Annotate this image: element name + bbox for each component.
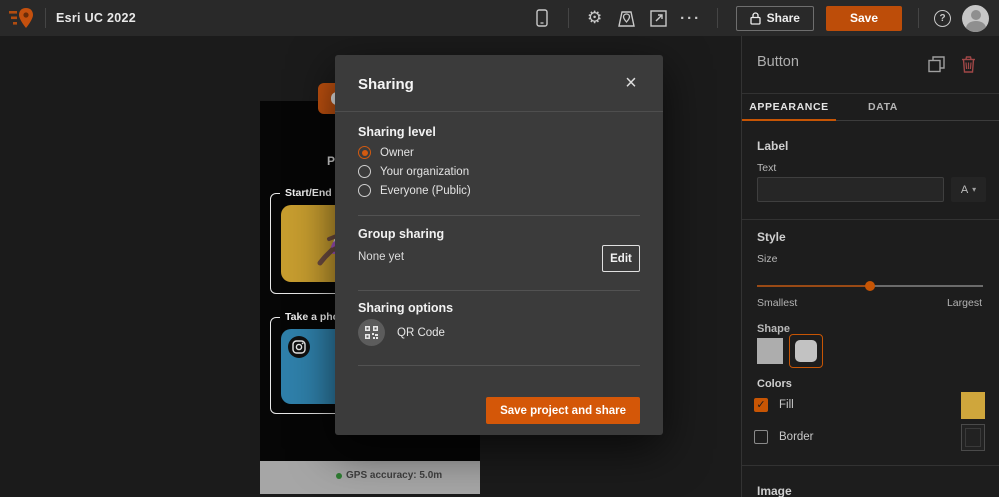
sharing-dialog: Sharing × Sharing level Owner Your organ…: [335, 55, 663, 435]
text-field-label: Text: [757, 162, 777, 174]
fill-checkbox-row[interactable]: ✓ Fill: [754, 397, 794, 413]
edit-groups-button[interactable]: Edit: [602, 245, 640, 272]
group-legend: Start/End: [280, 187, 337, 199]
gps-accuracy-text: GPS accuracy: 5.0m: [346, 470, 443, 481]
canvas-heading-fragment: P: [327, 154, 336, 168]
save-button[interactable]: Save: [825, 5, 902, 31]
radio-label: Your organization: [380, 165, 470, 178]
radio-icon[interactable]: [358, 184, 371, 197]
tab-data[interactable]: DATA: [836, 96, 930, 121]
qr-code-option[interactable]: QR Code: [358, 319, 445, 346]
style-section-heading: Style: [757, 230, 786, 244]
properties-panel: Button APPEARANCE DATA Label Text A ▾ St…: [741, 36, 999, 497]
map-pin-icon[interactable]: [614, 5, 640, 31]
radio-label: Everyone (Public): [380, 184, 471, 197]
fill-color-swatch[interactable]: [961, 392, 985, 419]
duplicate-icon[interactable]: [928, 56, 946, 74]
label-section-heading: Label: [757, 139, 789, 153]
avatar-head: [970, 9, 981, 20]
divider: [742, 465, 999, 466]
divider: [567, 8, 569, 28]
project-title: Esri UC 2022: [56, 11, 137, 25]
share-button[interactable]: Share: [735, 5, 814, 31]
panel-tabs: APPEARANCE DATA: [742, 96, 999, 121]
border-color-swatch[interactable]: [961, 424, 985, 451]
dialog-header: Sharing ×: [335, 55, 663, 112]
radio-selected-icon[interactable]: [358, 146, 371, 159]
fill-checkbox[interactable]: ✓: [754, 398, 768, 412]
radio-icon[interactable]: [358, 165, 371, 178]
divider: [742, 93, 999, 94]
avatar-body: [965, 20, 986, 32]
divider: [358, 365, 640, 366]
divider: [742, 219, 999, 220]
divider: [45, 8, 46, 28]
user-avatar[interactable]: [962, 4, 989, 32]
device-preview-icon[interactable]: [529, 5, 555, 31]
border-checkbox[interactable]: [754, 430, 768, 444]
qr-code-icon: [358, 319, 385, 346]
gps-status-bar: GPS accuracy: 5.0m: [260, 461, 480, 494]
quickcapture-designer: Start/End Take a photo P GPS accuracy: 5…: [0, 0, 999, 497]
tab-appearance[interactable]: APPEARANCE: [742, 96, 836, 121]
divider: [358, 215, 640, 216]
slider-max-label: Largest: [946, 297, 982, 309]
size-label: Size: [757, 253, 778, 265]
radio-everyone-public[interactable]: Everyone (Public): [358, 181, 471, 200]
group-sharing-heading: Group sharing: [358, 227, 445, 241]
border-checkbox-row[interactable]: Border: [754, 429, 814, 445]
divider: [358, 290, 640, 291]
dialog-title: Sharing: [358, 76, 414, 93]
border-label: Border: [779, 431, 814, 443]
active-tab-underline: [742, 119, 836, 121]
more-options-icon[interactable]: ···: [678, 5, 704, 31]
slider-handle[interactable]: [865, 281, 875, 291]
lock-icon: [749, 11, 761, 25]
chevron-down-icon: ▾: [972, 185, 977, 194]
shape-option-square[interactable]: [757, 338, 783, 364]
font-style-value: A: [960, 183, 969, 196]
camera-icon: [288, 336, 310, 358]
save-project-and-share-button[interactable]: Save project and share: [486, 397, 640, 424]
group-sharing-value: None yet: [358, 251, 405, 263]
share-label: Share: [766, 11, 800, 25]
shape-option-rounded-selected[interactable]: [789, 334, 823, 368]
delete-icon[interactable]: [961, 56, 979, 74]
slider-min-label: Smallest: [757, 297, 798, 309]
radio-owner[interactable]: Owner: [358, 143, 414, 162]
quickcapture-logo-icon[interactable]: [9, 7, 35, 29]
shape-rounded-swatch: [795, 340, 817, 362]
divider: [716, 8, 718, 28]
close-icon[interactable]: ×: [619, 71, 643, 95]
fill-label: Fill: [779, 399, 794, 411]
sharing-level-heading: Sharing level: [358, 125, 436, 139]
open-link-icon[interactable]: [646, 5, 672, 31]
radio-label: Owner: [380, 146, 414, 159]
slider-fill: [757, 285, 870, 287]
qr-code-label: QR Code: [397, 326, 445, 339]
colors-section-heading: Colors: [757, 378, 792, 390]
help-icon[interactable]: ?: [934, 9, 951, 27]
size-slider[interactable]: [757, 280, 983, 292]
sharing-options-heading: Sharing options: [358, 301, 454, 315]
image-section-heading: Image: [757, 484, 792, 497]
shape-label: Shape: [757, 323, 791, 335]
gps-dot-icon: [336, 472, 342, 479]
button-text-input[interactable]: [757, 177, 944, 202]
top-bar: Esri UC 2022 ⚙ ··· Share Save ?: [0, 0, 999, 36]
panel-title: Button: [757, 54, 799, 70]
radio-your-organization[interactable]: Your organization: [358, 162, 469, 181]
divider: [918, 8, 919, 28]
font-style-dropdown[interactable]: A ▾: [951, 177, 986, 202]
settings-gear-icon[interactable]: ⚙: [582, 5, 608, 31]
